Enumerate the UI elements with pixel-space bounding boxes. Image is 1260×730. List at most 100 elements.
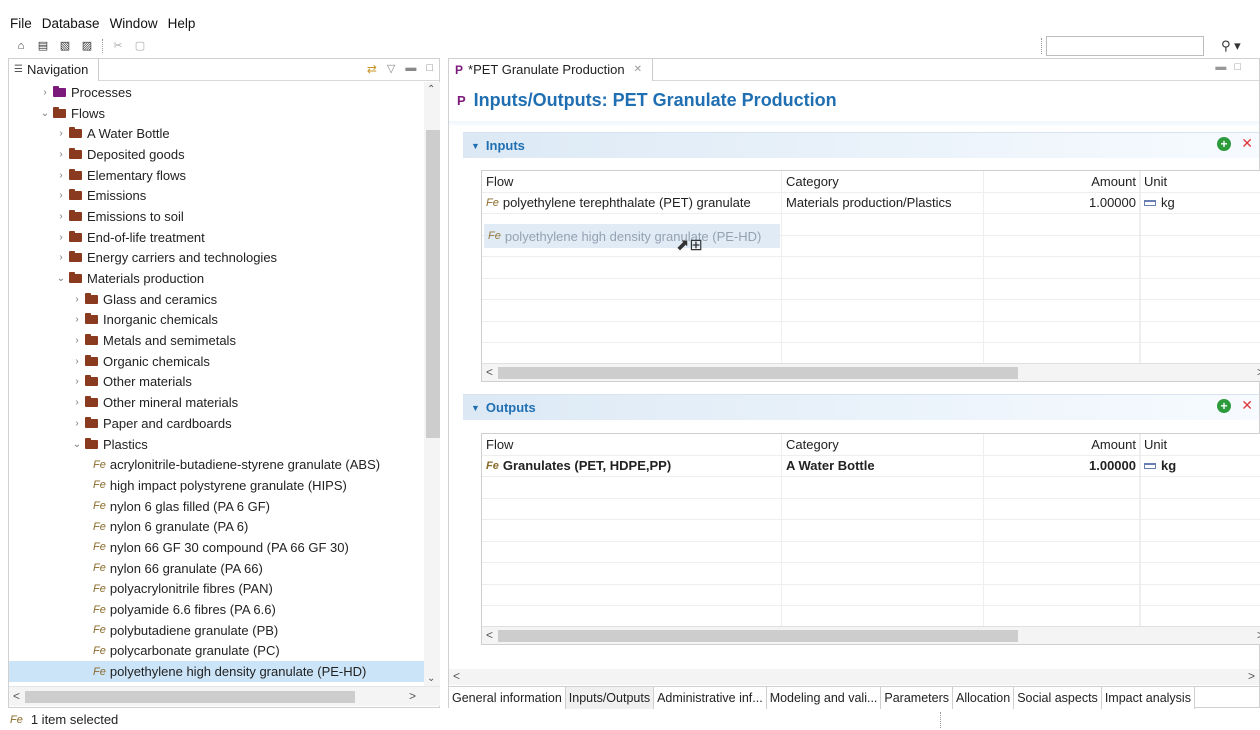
menu-help[interactable]: Help	[168, 16, 196, 34]
scroll-left-icon[interactable]: <	[453, 669, 460, 683]
amount-cell[interactable]: 1.00000	[1089, 193, 1136, 214]
tab-parameters[interactable]: Parameters	[881, 687, 953, 709]
tree-folder[interactable]: › Elementary flows	[9, 165, 424, 186]
chevron-right-icon[interactable]: ›	[55, 232, 67, 243]
tab-navigation[interactable]: ☰ Navigation	[9, 58, 99, 81]
column-unit[interactable]: Unit	[1144, 434, 1167, 455]
view-menu-icon[interactable]: ▽	[387, 62, 395, 76]
remove-output-icon[interactable]: ✕	[1241, 397, 1253, 414]
cut-icon[interactable]: ✂	[111, 39, 125, 53]
scroll-thumb[interactable]	[498, 367, 1018, 379]
chevron-right-icon[interactable]: ›	[55, 170, 67, 181]
tree-folder[interactable]: ⌄ Flows	[9, 103, 424, 124]
scroll-up-icon[interactable]: ⌃	[427, 84, 435, 95]
tree-flow-item[interactable]: Fe polybutadiene granulate (PB)	[9, 620, 424, 641]
chevron-right-icon[interactable]: ›	[71, 294, 83, 305]
link-editor-icon[interactable]: ⇄	[367, 62, 377, 76]
save-icon[interactable]: ▤	[36, 39, 50, 53]
collapse-icon[interactable]: ▼	[471, 403, 480, 413]
tab-allocation[interactable]: Allocation	[953, 687, 1015, 709]
scroll-thumb[interactable]	[426, 130, 440, 438]
tree-flow-item[interactable]: Fe polyethylene high density granulate (P…	[9, 661, 424, 682]
tree-flow-item[interactable]: Fe polyacrylonitrile fibres (PAN)	[9, 579, 424, 600]
navigation-horizontal-scrollbar[interactable]: < >	[9, 686, 440, 706]
chevron-right-icon[interactable]: ›	[55, 128, 67, 139]
tree-folder[interactable]: › Paper and cardboards	[9, 413, 424, 434]
tree-flow-item[interactable]: Fe nylon 6 granulate (PA 6)	[9, 516, 424, 537]
column-flow[interactable]: Flow	[482, 171, 782, 192]
outputs-table[interactable]: Flow Category Amount Unit Fe Granulates …	[481, 433, 1260, 645]
menu-file[interactable]: File	[10, 16, 32, 34]
add-input-icon[interactable]: +	[1217, 137, 1231, 151]
tree-folder[interactable]: ⌄ Materials production	[9, 268, 424, 289]
chevron-right-icon[interactable]: ›	[55, 252, 67, 263]
add-output-icon[interactable]: +	[1217, 399, 1231, 413]
tree-flow-item[interactable]: Fe nylon 6 glas filled (PA 6 GF)	[9, 496, 424, 517]
paste-icon[interactable]: ▢	[133, 39, 147, 53]
tree-flow-item[interactable]: Fe nylon 66 GF 30 compound (PA 66 GF 30)	[9, 537, 424, 558]
chevron-right-icon[interactable]: ›	[55, 211, 67, 222]
column-category[interactable]: Category	[782, 171, 984, 192]
chevron-right-icon[interactable]: ›	[71, 314, 83, 325]
chevron-down-icon[interactable]: ⌄	[39, 108, 51, 119]
remove-input-icon[interactable]: ✕	[1241, 135, 1253, 152]
menu-window[interactable]: Window	[110, 16, 158, 34]
close-icon[interactable]: ✕	[634, 64, 642, 75]
chevron-right-icon[interactable]: ›	[71, 376, 83, 387]
scroll-left-icon[interactable]: <	[13, 689, 20, 703]
outputs-section-header[interactable]: ▼ Outputs + ✕	[463, 394, 1259, 420]
column-unit[interactable]: Unit	[1144, 171, 1167, 192]
chevron-right-icon[interactable]: ›	[71, 418, 83, 429]
tab-pet-granulate-production[interactable]: P *PET Granulate Production ✕	[449, 58, 653, 81]
tree-folder[interactable]: › Other materials	[9, 372, 424, 393]
home-icon[interactable]: ⌂	[14, 39, 28, 53]
chevron-right-icon[interactable]: ›	[71, 335, 83, 346]
minimize-icon[interactable]: ▬	[405, 62, 416, 76]
chevron-right-icon[interactable]: ›	[55, 190, 67, 201]
column-amount[interactable]: Amount	[1091, 434, 1136, 455]
inputs-table[interactable]: Flow Category Amount Unit Fe polyethylen…	[481, 170, 1260, 382]
tab-administrative-inf[interactable]: Administrative inf...	[654, 687, 767, 709]
editor-horizontal-scrollbar[interactable]: < >	[449, 669, 1259, 685]
tree-folder[interactable]: › Deposited goods	[9, 144, 424, 165]
inputs-horizontal-scrollbar[interactable]: < >	[482, 363, 1260, 381]
tree-folder[interactable]: › A Water Bottle	[9, 123, 424, 144]
inputs-section-header[interactable]: ▼ Inputs + ✕	[463, 132, 1259, 158]
column-amount[interactable]: Amount	[1091, 171, 1136, 192]
tree-folder[interactable]: › Inorganic chemicals	[9, 310, 424, 331]
scroll-right-icon[interactable]: >	[1248, 669, 1255, 683]
chevron-down-icon[interactable]: ⌄	[71, 439, 83, 450]
tab-general-information[interactable]: General information	[449, 687, 566, 709]
tree-folder[interactable]: › Emissions	[9, 185, 424, 206]
table-row[interactable]: Fe Granulates (PET, HDPE,PP) A Water Bot…	[482, 455, 1260, 477]
tab-impact-analysis[interactable]: Impact analysis	[1101, 687, 1195, 709]
chevron-right-icon[interactable]: ›	[39, 87, 51, 98]
flow-cell[interactable]: Fe Granulates (PET, HDPE,PP)	[482, 455, 782, 476]
outputs-horizontal-scrollbar[interactable]: < >	[482, 626, 1260, 644]
chevron-right-icon[interactable]: ›	[55, 149, 67, 160]
column-category[interactable]: Category	[782, 434, 984, 455]
unit-cell[interactable]: kg	[1144, 193, 1175, 214]
tree-folder[interactable]: › Energy carriers and technologies	[9, 248, 424, 269]
collapse-icon[interactable]: ▼	[471, 141, 480, 151]
tab-modeling-and-vali[interactable]: Modeling and vali...	[766, 687, 882, 709]
tree-flow-item[interactable]: Fe acrylonitrile-butadiene-styrene granul…	[9, 454, 424, 475]
tree-folder[interactable]: ⌄ Plastics	[9, 434, 424, 455]
scroll-left-icon[interactable]: <	[486, 365, 493, 379]
column-flow[interactable]: Flow	[482, 434, 782, 455]
tree-folder[interactable]: › Processes	[9, 82, 424, 103]
tree-flow-item[interactable]: Fe high impact polystyrene granulate (HIP…	[9, 475, 424, 496]
unit-cell[interactable]: kg	[1144, 456, 1176, 477]
tree-folder[interactable]: › Metals and semimetals	[9, 330, 424, 351]
tree-flow-item[interactable]: Fe polycarbonate granulate (PC)	[9, 641, 424, 662]
scroll-thumb[interactable]	[25, 691, 355, 703]
save-all-icon[interactable]: ▧	[58, 39, 72, 53]
tree-folder[interactable]: › Other mineral materials	[9, 392, 424, 413]
tree-folder[interactable]: › Emissions to soil	[9, 206, 424, 227]
amount-cell[interactable]: 1.00000	[1089, 456, 1136, 477]
maximize-icon[interactable]: □	[426, 62, 433, 76]
scroll-left-icon[interactable]: <	[486, 628, 493, 642]
chevron-right-icon[interactable]: ›	[71, 356, 83, 367]
tree-flow-item[interactable]: Fe nylon 66 granulate (PA 66)	[9, 558, 424, 579]
search-icon[interactable]: ⚲ ▾	[1221, 38, 1241, 54]
